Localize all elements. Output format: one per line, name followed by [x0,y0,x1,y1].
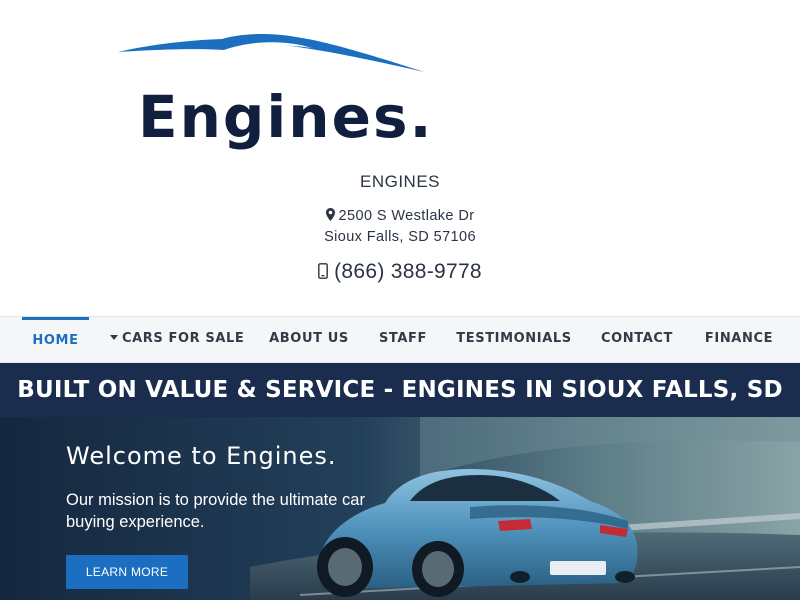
address-line-2: Sioux Falls, SD 57106 [324,229,476,245]
nav-item-testimonials[interactable]: TESTIMONIALS [452,317,576,363]
page-title-banner: BUILT ON VALUE & SERVICE - ENGINES IN SI… [0,363,800,417]
hero-body-text: Our mission is to provide the ultimate c… [66,491,365,531]
hero-section: Welcome to Engines. Our mission is to pr… [0,417,800,600]
dealer-name: ENGINES [359,172,441,191]
mobile-phone-icon [318,263,328,279]
site-header: Engines. ENGINES 2500 S Westlake Dr Siou… [0,0,800,316]
nav-item-about-us[interactable]: ABOUT US [264,317,354,363]
nav-item-label: ABOUT US [269,331,349,346]
nav-item-label: FINANCE [704,331,774,346]
dealer-phone[interactable]: (866) 388-9778 [0,260,800,284]
nav-item-label: CARS FOR SALE [122,331,245,346]
nav-item-label: CONTACT [601,331,673,346]
dealer-info: ENGINES 2500 S Westlake Dr Sioux Falls, … [0,172,800,284]
page-title: BUILT ON VALUE & SERVICE - ENGINES IN SI… [17,377,783,403]
logo-wordmark: Engines. [138,83,434,151]
learn-more-button[interactable]: LEARN MORE [66,555,188,589]
address-line-1: 2500 S Westlake Dr [338,208,475,224]
nav-item-label: HOME [32,333,79,348]
nav-item-contact[interactable]: CONTACT [596,317,678,363]
nav-item-label: STAFF [378,331,428,346]
dealer-address[interactable]: 2500 S Westlake Dr Sioux Falls, SD 57106 [0,206,800,248]
nav-item-finance[interactable]: FINANCE [698,317,780,363]
site-logo[interactable]: Engines. [112,30,432,146]
caret-down-icon [110,335,118,340]
phone-number: (866) 388-9778 [334,260,482,283]
hero-heading: Welcome to Engines. [66,442,337,470]
nav-item-staff[interactable]: STAFF [374,317,432,363]
main-nav: HOME CARS FOR SALE ABOUT US STAFF TESTIM… [0,316,800,363]
car-swoosh-icon [118,33,424,72]
nav-item-cars-for-sale[interactable]: CARS FOR SALE [110,317,244,363]
nav-item-home[interactable]: HOME [22,317,89,363]
map-marker-icon [325,208,335,221]
nav-item-label: TESTIMONIALS [456,331,572,346]
